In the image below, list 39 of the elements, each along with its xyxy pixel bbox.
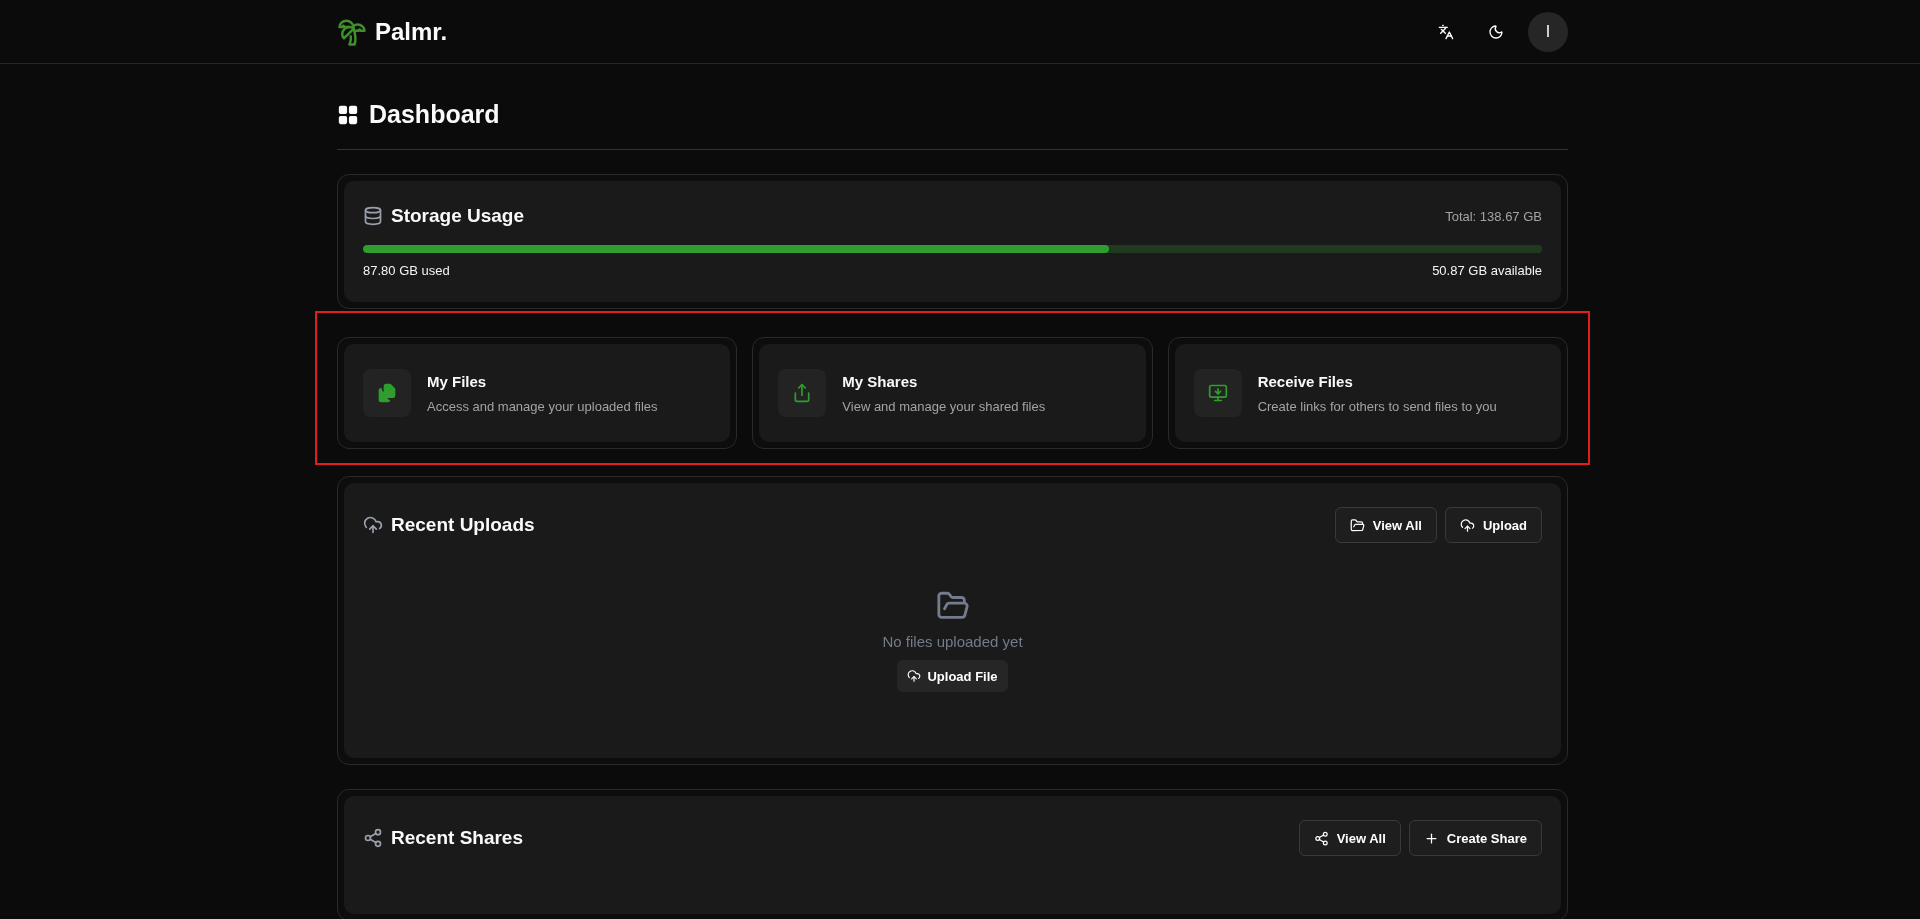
quick-action-title: Receive Files [1257,372,1354,390]
empty-state-text: No files uploaded yet [882,633,1023,650]
quick-action-description: Create links for others to send files to you [1257,398,1497,414]
storage-used: 87.80 GB used [363,263,450,278]
card-action-button[interactable]: View All [1298,820,1401,856]
folder-icon [1349,517,1365,533]
quick-action-card[interactable]: My Shares View and manage your shared files [752,337,1153,449]
storage-available: 50.87 GB available [1432,263,1542,278]
moon-icon [1488,24,1504,40]
files-icon [377,383,397,403]
translate-icon [1438,24,1454,40]
upload-file-button[interactable]: Upload File [897,660,1008,692]
dashboard-icon [337,103,359,126]
user-avatar[interactable]: I [1528,12,1568,52]
card-action-button[interactable]: Create Share [1408,820,1542,856]
share-icon [363,828,383,848]
card-title: Recent Shares [391,827,523,849]
storage-total: Total: 138.67 GB [1445,208,1542,224]
monitor-download-icon [1207,383,1228,403]
brand-name: Palmr. [375,18,448,46]
card-action-button[interactable]: Upload [1444,507,1542,543]
cloud-upload-icon [1459,517,1475,533]
quick-action-card[interactable]: My Files Access and manage your uploaded files [337,337,738,449]
palm-tree-logo-icon [337,17,367,47]
quick-action-title: My Files [427,372,488,390]
quick-action-title: My Shares [842,372,919,390]
quick-action-description: Access and manage your uploaded files [427,398,658,414]
quick-action-description: View and manage your shared files [842,398,1046,414]
share-icon [792,383,813,403]
cloud-upload-icon [907,669,922,683]
card-action-button[interactable]: View All [1334,507,1437,543]
card-title: Storage Usage [391,205,525,227]
share-icon [1313,830,1329,846]
page-title: Dashboard [369,100,500,129]
database-icon [363,206,383,226]
card-title: Recent Uploads [391,514,535,536]
plus-icon [1423,830,1439,846]
quick-action-card[interactable]: Receive Files Create links for others to send files to you [1167,337,1568,449]
cloud-upload-icon [363,515,383,535]
